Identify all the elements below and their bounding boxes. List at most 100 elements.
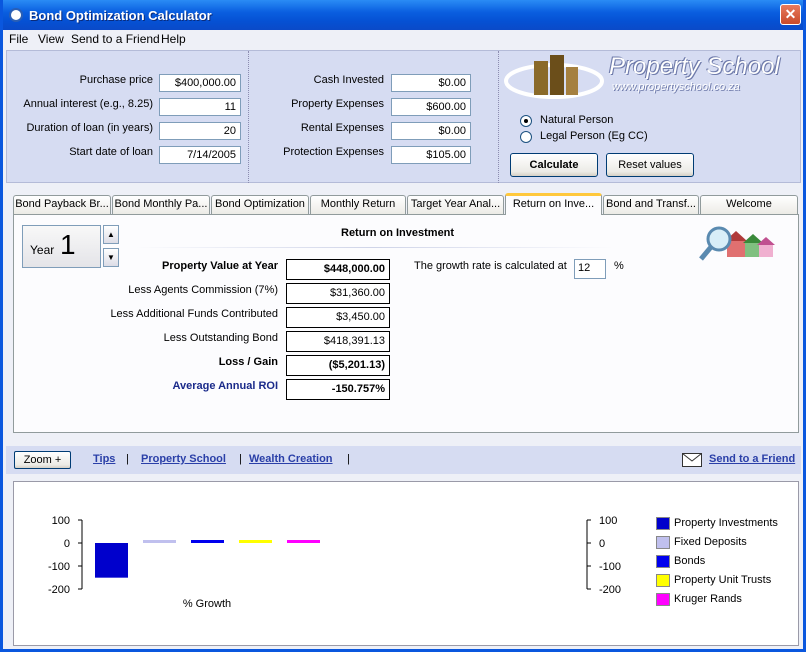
input-panel: Purchase price $400,000.00 Annual intere…: [6, 50, 801, 183]
start-date-label: Start date of loan: [69, 146, 153, 158]
property-school-link[interactable]: Property School: [141, 453, 226, 465]
legal-person-label: Legal Person (Eg CC): [540, 130, 648, 142]
cash-invested-field[interactable]: $0.00: [391, 74, 471, 92]
property-value-label: Property Value at Year: [162, 260, 278, 272]
tab-area: Bond Payback Br... Bond Monthly Pa... Bo…: [6, 184, 801, 444]
tab-return-on-investment[interactable]: Return on Inve...: [505, 193, 602, 215]
legend-label-3: Property Unit Trusts: [674, 574, 772, 586]
wealth-creation-link[interactable]: Wealth Creation: [249, 453, 333, 465]
loss-gain-field: ($5,201.13): [286, 355, 390, 376]
growth-chart: 100 100 0 0 -100 -100 -200 -200 % Growth: [48, 515, 621, 610]
loan-duration-label: Duration of loan (in years): [26, 122, 153, 134]
tips-link[interactable]: Tips: [93, 453, 115, 465]
growth-chart-panel: 100 100 0 0 -100 -100 -200 -200 % Growth Propert…: [13, 481, 799, 646]
annual-roi-field: -150.757%: [286, 379, 390, 400]
property-school-logo: Property School www.propertyschool.co.za: [504, 51, 802, 103]
y-tick-label-right: 0: [599, 538, 605, 550]
natural-person-radio[interactable]: [520, 115, 532, 127]
growth-rate-label: The growth rate is calculated at: [414, 260, 567, 272]
menu-file[interactable]: File: [9, 32, 28, 46]
legend-label-4: Kruger Rands: [674, 593, 742, 605]
app-window: Bond Optimization Calculator ✕ File View…: [0, 0, 806, 652]
legend-label-1: Fixed Deposits: [674, 536, 747, 548]
menu-send-to-friend[interactable]: Send to a Friend: [71, 32, 160, 46]
chart-bar-0: [95, 543, 128, 578]
start-date-field[interactable]: 7/14/2005: [159, 146, 241, 164]
outstanding-bond-label: Less Outstanding Bond: [163, 332, 278, 344]
reset-values-button[interactable]: Reset values: [606, 153, 694, 177]
agents-commission-label: Less Agents Commission (7%): [128, 284, 278, 296]
loan-duration-field[interactable]: 20: [159, 122, 241, 140]
annual-roi-label: Average Annual ROI: [172, 380, 278, 392]
title-underline: [134, 247, 614, 248]
tab-bond-payback[interactable]: Bond Payback Br...: [13, 195, 111, 214]
legend-swatch-2: [656, 555, 670, 568]
protection-expenses-label: Protection Expenses: [283, 146, 384, 158]
logo-name: Property School: [609, 53, 780, 80]
close-button[interactable]: ✕: [780, 4, 801, 25]
legend-label-0: Property Investments: [674, 517, 778, 529]
property-expenses-field[interactable]: $600.00: [391, 98, 471, 116]
tab-welcome[interactable]: Welcome: [700, 195, 798, 214]
legend-label-2: Bonds: [674, 555, 706, 567]
roi-panel: Year 1 ▲ ▼ Return on Investment Property…: [13, 214, 799, 433]
y-tick-label: 100: [52, 515, 70, 527]
window-title: Bond Optimization Calculator: [29, 8, 212, 23]
legend-swatch-3: [656, 574, 670, 587]
cash-invested-label: Cash Invested: [313, 74, 384, 86]
title-bar[interactable]: Bond Optimization Calculator ✕: [3, 0, 803, 30]
purchase-price-field[interactable]: $400,000.00: [159, 74, 241, 92]
tab-bond-monthly-payment[interactable]: Bond Monthly Pa...: [112, 195, 210, 214]
calculate-button[interactable]: Calculate: [510, 153, 598, 177]
link-separator: |: [126, 453, 129, 465]
agents-commission-field: $31,360.00: [286, 283, 390, 304]
send-to-friend-link[interactable]: Send to a Friend: [709, 453, 795, 465]
property-search-icon: [699, 226, 775, 261]
menu-bar: File View Send to a Friend Help: [3, 30, 803, 48]
y-tick-label: -200: [48, 584, 70, 596]
protection-expenses-field[interactable]: $105.00: [391, 146, 471, 164]
tab-target-year-analysis[interactable]: Target Year Anal...: [407, 195, 504, 214]
logo-icon: [504, 55, 604, 99]
tab-monthly-return[interactable]: Monthly Return: [310, 195, 406, 214]
tab-bond-optimization[interactable]: Bond Optimization: [211, 195, 309, 214]
chart-bar-4: [287, 540, 320, 543]
growth-rate-field[interactable]: 12: [574, 259, 606, 279]
legend-swatch-4: [656, 593, 670, 606]
divider: [248, 51, 249, 183]
year-up-button[interactable]: ▲: [103, 225, 119, 244]
zoom-button[interactable]: Zoom +: [14, 451, 71, 469]
divider: [498, 51, 499, 183]
chart-bar-1: [143, 540, 176, 543]
annual-interest-field[interactable]: 11: [159, 98, 241, 116]
growth-rate-unit: %: [614, 260, 624, 272]
link-separator: |: [347, 453, 350, 465]
link-separator: |: [239, 453, 242, 465]
y-tick-label: 0: [64, 538, 70, 550]
rental-expenses-label: Rental Expenses: [300, 122, 384, 134]
property-value-field: $448,000.00: [286, 259, 390, 280]
purchase-price-label: Purchase price: [79, 74, 153, 86]
tab-bond-and-transfer[interactable]: Bond and Transf...: [603, 195, 699, 214]
annual-interest-label: Annual interest (e.g., 8.25): [23, 98, 153, 110]
menu-help[interactable]: Help: [161, 32, 186, 46]
outstanding-bond-field: $418,391.13: [286, 331, 390, 352]
rental-expenses-field[interactable]: $0.00: [391, 122, 471, 140]
y-tick-label-right: -100: [599, 561, 621, 573]
y-tick-label: -100: [48, 561, 70, 573]
y-tick-label-right: -200: [599, 584, 621, 596]
legal-person-radio[interactable]: [520, 131, 532, 143]
envelope-icon[interactable]: [682, 453, 702, 467]
chart-bar-2: [191, 540, 224, 543]
property-expenses-label: Property Expenses: [291, 98, 384, 110]
panel-title: Return on Investment: [341, 227, 455, 239]
y-tick-label-right: 100: [599, 515, 617, 527]
legend-swatch-1: [656, 536, 670, 549]
app-icon: [9, 8, 23, 22]
year-label: Year: [30, 243, 55, 257]
year-value: 1: [60, 229, 76, 260]
x-axis-label: % Growth: [183, 598, 231, 610]
logo-url: www.propertyschool.co.za: [612, 81, 740, 93]
menu-view[interactable]: View: [38, 32, 64, 46]
natural-person-label: Natural Person: [540, 114, 614, 126]
